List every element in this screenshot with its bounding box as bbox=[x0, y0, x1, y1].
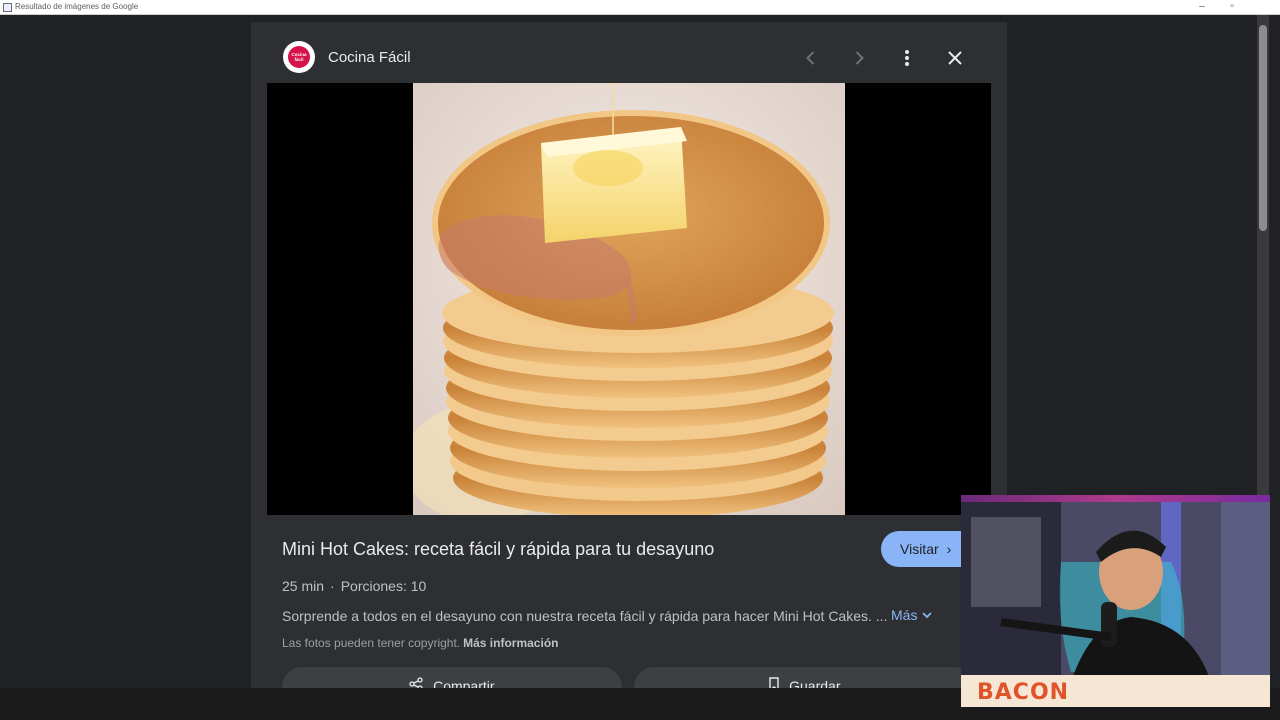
window-titlebar: Resultado de imágenes de Google – ▫ bbox=[0, 0, 1280, 15]
source-logo[interactable]: Cocina fácil bbox=[283, 41, 315, 73]
chevron-down-icon bbox=[922, 612, 932, 619]
visit-label: Visitar bbox=[900, 541, 939, 557]
chevron-right-icon[interactable] bbox=[846, 45, 872, 71]
minimize-icon[interactable]: – bbox=[1188, 0, 1216, 15]
copyright-text: Las fotos pueden tener copyright. bbox=[282, 636, 461, 650]
image-viewer-panel: Cocina fácil Cocina Fácil Mini Hot Cakes… bbox=[251, 22, 1007, 688]
webcam-caption-text: BACON bbox=[977, 680, 1070, 705]
copyright-notice: Las fotos pueden tener copyright. Más inf… bbox=[282, 636, 558, 650]
webcam-video bbox=[961, 502, 1270, 682]
source-name[interactable]: Cocina Fácil bbox=[328, 49, 411, 66]
recipe-meta: 25 min · Porciones: 10 bbox=[282, 578, 426, 594]
source-logo-badge: Cocina fácil bbox=[288, 46, 310, 68]
recipe-servings: Porciones: 10 bbox=[340, 578, 427, 594]
chevron-right-icon: › bbox=[946, 541, 952, 557]
save-label: Guardar bbox=[789, 678, 841, 688]
share-button[interactable]: Compartir bbox=[282, 667, 622, 688]
result-title[interactable]: Mini Hot Cakes: receta fácil y rápida pa… bbox=[282, 539, 714, 560]
bookmark-icon bbox=[768, 677, 784, 688]
chevron-left-icon[interactable] bbox=[798, 45, 824, 71]
webcam-overlay: BACON bbox=[961, 495, 1270, 707]
share-label: Compartir bbox=[433, 678, 495, 688]
logo-wordmark: Cocina fácil bbox=[291, 52, 307, 62]
more-label: Más bbox=[891, 607, 918, 623]
more-vert-icon[interactable] bbox=[894, 45, 920, 71]
webcam-caption: BACON bbox=[961, 675, 1270, 707]
meta-separator: · bbox=[330, 578, 335, 594]
app-icon bbox=[3, 3, 12, 12]
result-description: Sorprende a todos en el desayuno con nue… bbox=[282, 608, 888, 624]
webcam-top-bar bbox=[961, 495, 1270, 502]
share-icon bbox=[409, 677, 427, 688]
window-title: Resultado de imágenes de Google bbox=[15, 2, 139, 11]
save-button[interactable]: Guardar bbox=[634, 667, 974, 688]
close-icon[interactable] bbox=[942, 45, 968, 71]
svg-text:fácil: fácil bbox=[294, 57, 303, 62]
image-preview-area[interactable] bbox=[267, 83, 991, 515]
recipe-time: 25 min bbox=[282, 578, 325, 594]
more-link[interactable]: Más bbox=[891, 607, 933, 623]
pancake-photo[interactable] bbox=[413, 83, 845, 515]
restore-icon[interactable]: ▫ bbox=[1218, 0, 1246, 15]
copyright-more-info-link[interactable]: Más información bbox=[463, 636, 558, 650]
scrollbar-thumb[interactable] bbox=[1259, 25, 1267, 231]
